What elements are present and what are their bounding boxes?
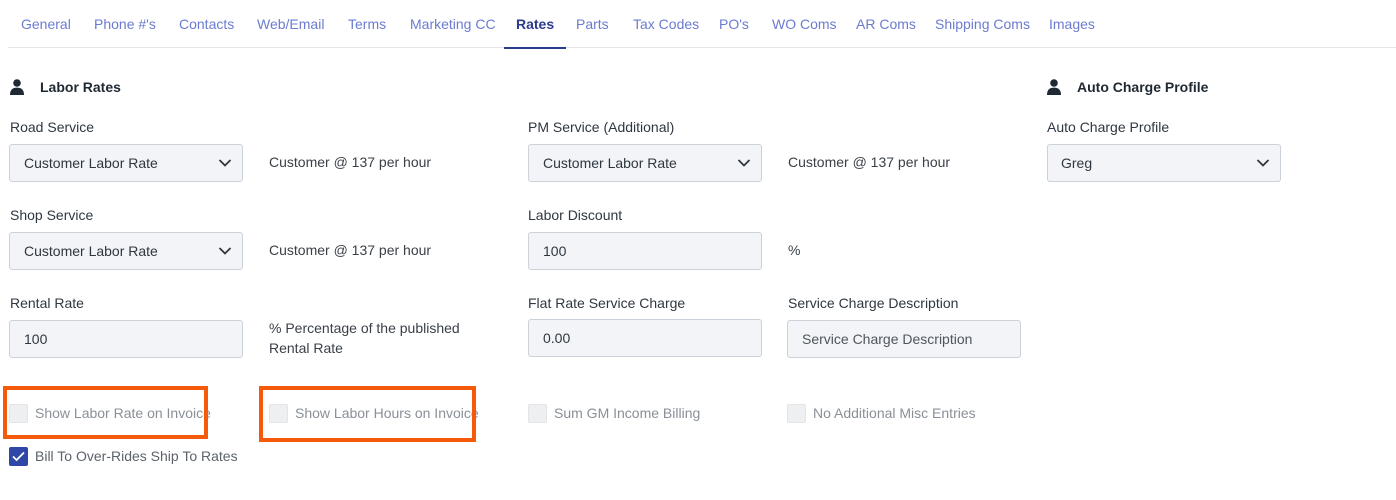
bill-to-overrides-label: Bill To Over-Rides Ship To Rates xyxy=(35,448,238,464)
show-labor-hours-checkbox-row[interactable]: Show Labor Hours on Invoice xyxy=(269,403,479,423)
labor-discount-label: Labor Discount xyxy=(528,207,623,223)
tab-pos[interactable]: PO's xyxy=(719,0,749,48)
chevron-down-icon xyxy=(218,247,232,255)
chevron-down-icon xyxy=(737,159,751,167)
show-labor-hours-checkbox[interactable] xyxy=(269,403,288,423)
road-service-value: Customer Labor Rate xyxy=(24,155,158,171)
auto-charge-header: Auto Charge Profile xyxy=(1047,77,1208,97)
tab-phone[interactable]: Phone #'s xyxy=(94,0,156,48)
person-icon xyxy=(10,79,24,95)
tab-bar: General Phone #'s Contacts Web/Email Ter… xyxy=(8,0,1396,49)
pm-service-note: Customer @ 137 per hour xyxy=(788,154,951,170)
shop-service-label: Shop Service xyxy=(10,207,94,223)
no-misc-entries-label: No Additional Misc Entries xyxy=(813,405,976,421)
bill-to-overrides-checkbox-row[interactable]: Bill To Over-Rides Ship To Rates xyxy=(9,446,238,466)
tab-tax-codes[interactable]: Tax Codes xyxy=(633,0,699,48)
tab-rates[interactable]: Rates xyxy=(503,0,567,49)
pm-service-select[interactable]: Customer Labor Rate xyxy=(528,144,762,182)
labor-discount-unit: % xyxy=(788,242,801,258)
pm-service-label: PM Service (Additional) xyxy=(528,119,675,135)
rental-rate-value: 100 xyxy=(24,331,48,347)
sum-gm-income-checkbox-row[interactable]: Sum GM Income Billing xyxy=(528,403,700,423)
labor-discount-input[interactable]: 100 xyxy=(528,232,762,270)
show-labor-rate-label: Show Labor Rate on Invoice xyxy=(35,405,211,421)
shop-service-select[interactable]: Customer Labor Rate xyxy=(9,232,243,270)
labor-rates-header: Labor Rates xyxy=(10,77,121,97)
sum-gm-income-label: Sum GM Income Billing xyxy=(554,405,701,421)
tab-terms[interactable]: Terms xyxy=(348,0,386,48)
labor-discount-value: 100 xyxy=(543,243,567,259)
shop-service-note: Customer @ 137 per hour xyxy=(269,242,432,258)
tab-parts[interactable]: Parts xyxy=(576,0,609,48)
auto-charge-value: Greg xyxy=(1061,155,1093,171)
show-labor-rate-checkbox[interactable] xyxy=(9,403,28,423)
no-misc-entries-checkbox[interactable] xyxy=(787,403,806,423)
shop-service-value: Customer Labor Rate xyxy=(24,243,158,259)
chevron-down-icon xyxy=(218,159,232,167)
no-misc-entries-checkbox-row[interactable]: No Additional Misc Entries xyxy=(787,403,976,423)
show-labor-hours-label: Show Labor Hours on Invoice xyxy=(295,405,479,421)
sum-gm-income-checkbox[interactable] xyxy=(528,403,547,423)
tab-marketing-cc[interactable]: Marketing CC xyxy=(410,0,496,48)
flat-rate-input[interactable]: 0.00 xyxy=(528,319,762,357)
auto-charge-select[interactable]: Greg xyxy=(1047,144,1281,182)
rental-rate-input[interactable]: 100 xyxy=(9,320,243,358)
tab-wo-coms[interactable]: WO Coms xyxy=(772,0,837,48)
bill-to-overrides-checkbox[interactable] xyxy=(9,446,28,466)
road-service-select[interactable]: Customer Labor Rate xyxy=(9,144,243,182)
service-charge-desc-input[interactable]: Service Charge Description xyxy=(787,320,1021,358)
tab-general[interactable]: General xyxy=(21,0,71,48)
person-icon xyxy=(1047,79,1061,95)
road-service-note: Customer @ 137 per hour xyxy=(269,154,432,170)
pm-service-value: Customer Labor Rate xyxy=(543,155,677,171)
rental-rate-label: Rental Rate xyxy=(10,295,84,311)
checkmark-icon xyxy=(12,451,25,461)
auto-charge-label: Auto Charge Profile xyxy=(1047,119,1170,135)
rental-rate-note: % Percentage of the published Rental Rat… xyxy=(269,320,460,356)
flat-rate-label: Flat Rate Service Charge xyxy=(528,295,686,311)
show-labor-rate-checkbox-row[interactable]: Show Labor Rate on Invoice xyxy=(9,403,211,423)
tab-images[interactable]: Images xyxy=(1049,0,1095,48)
auto-charge-title: Auto Charge Profile xyxy=(1077,79,1209,95)
tab-web-email[interactable]: Web/Email xyxy=(257,0,324,48)
tab-contacts[interactable]: Contacts xyxy=(179,0,234,48)
tab-ar-coms[interactable]: AR Coms xyxy=(856,0,916,48)
road-service-label: Road Service xyxy=(10,119,95,135)
chevron-down-icon xyxy=(1256,159,1270,167)
service-charge-desc-label: Service Charge Description xyxy=(788,295,959,311)
service-charge-desc-placeholder: Service Charge Description xyxy=(802,331,973,347)
labor-rates-title: Labor Rates xyxy=(40,79,121,95)
tab-shipping-coms[interactable]: Shipping Coms xyxy=(935,0,1030,48)
flat-rate-value: 0.00 xyxy=(543,330,571,346)
